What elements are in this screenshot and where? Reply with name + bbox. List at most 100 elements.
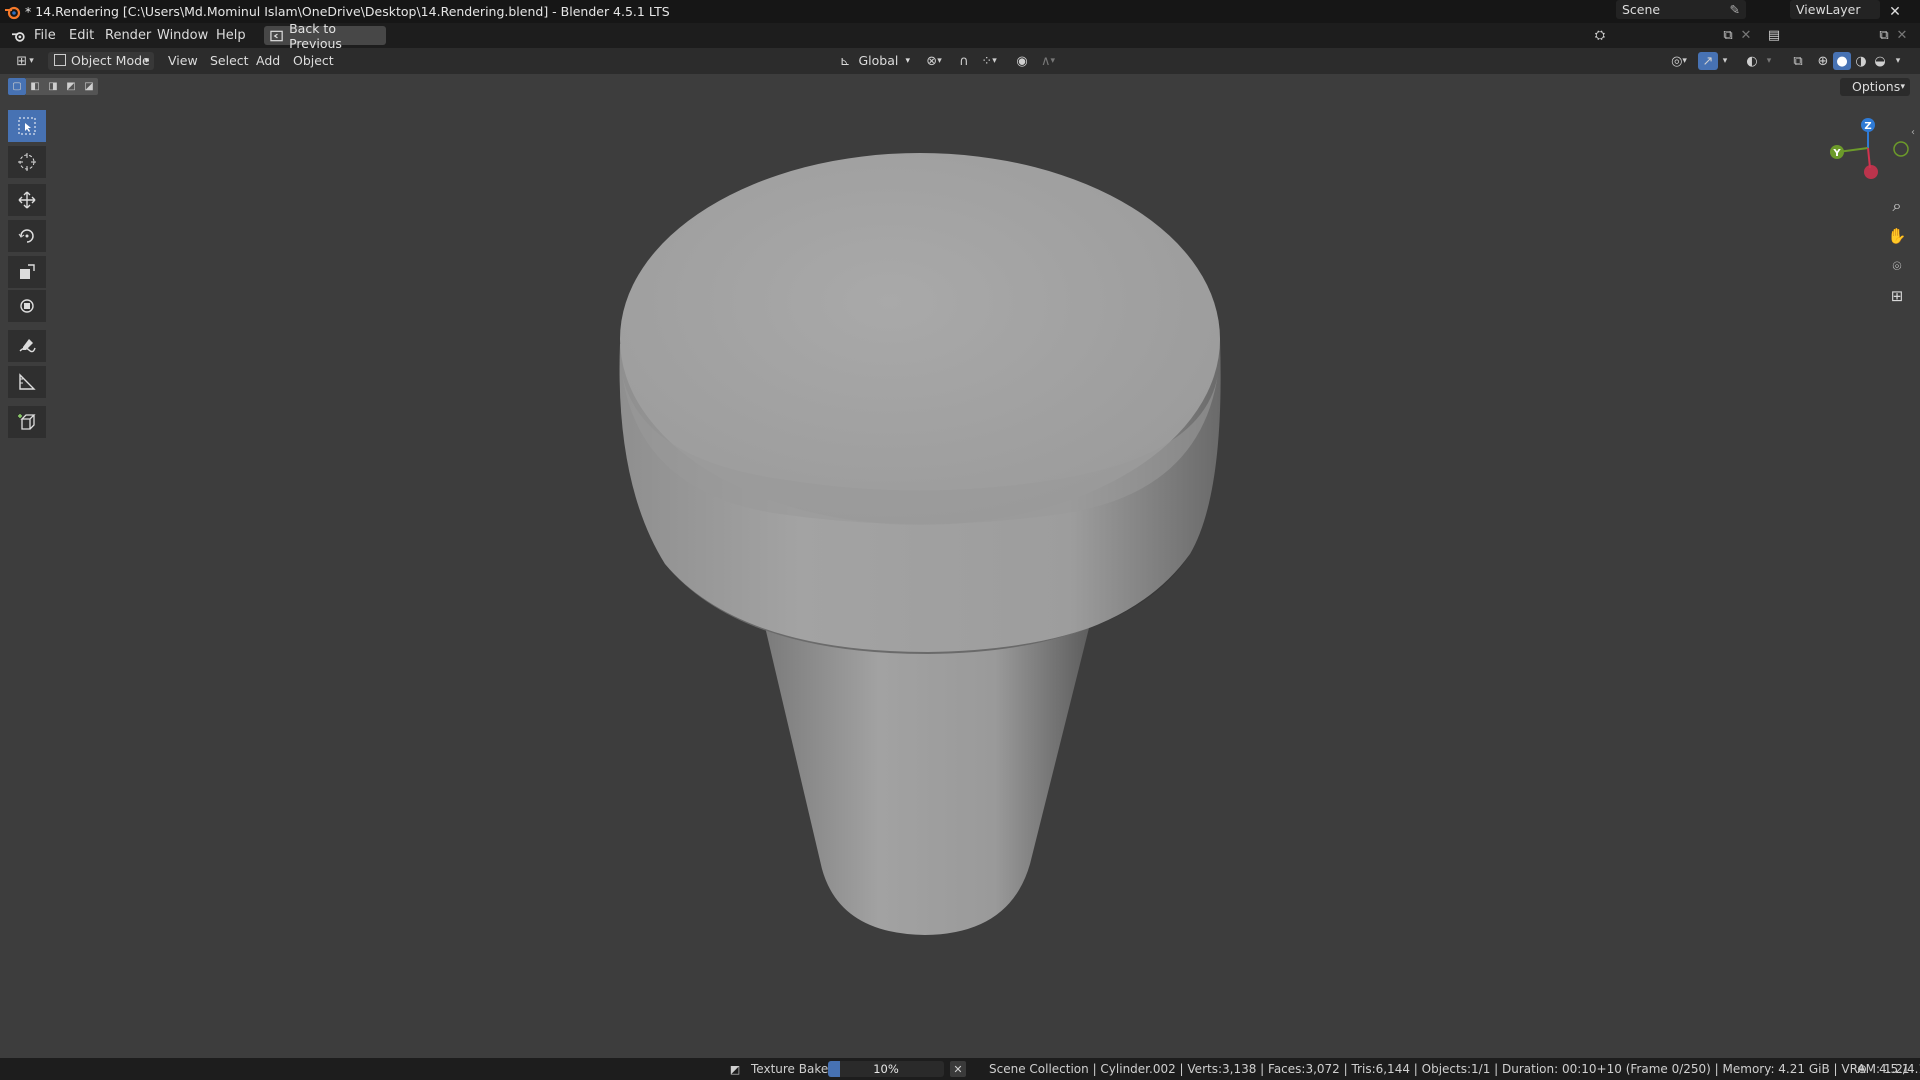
back-to-previous-label: Back to Previous	[289, 20, 342, 51]
menu-render[interactable]: Render	[105, 23, 151, 48]
pivot-point-dropdown[interactable]: ⊗ ▾	[920, 52, 948, 70]
scene-browse-button[interactable]: ⛭	[1586, 26, 1614, 45]
mode-dropdown[interactable]: Object Mode ▾	[48, 52, 154, 70]
camera-icon: ⌾	[1892, 257, 1902, 275]
cylinder-object[interactable]	[619, 153, 1221, 935]
zoom-icon: ⌕	[1892, 196, 1902, 215]
screen-back-icon	[270, 30, 283, 41]
viewport-menu-object[interactable]: Object	[293, 48, 334, 74]
viewport-menu-add[interactable]: Add	[256, 48, 280, 74]
delete-scene-button[interactable]: ✕	[1738, 26, 1754, 45]
overlays-dropdown[interactable]: ▾	[1762, 52, 1776, 70]
tool-annotate[interactable]	[8, 330, 46, 362]
grid-perspective-icon: ⊞	[1890, 287, 1904, 305]
viewport-menu-select[interactable]: Select	[210, 48, 249, 74]
tool-rotate[interactable]	[8, 220, 46, 252]
orientation-label: Global	[858, 53, 899, 68]
scene-name-field[interactable]: Scene ✎	[1616, 0, 1746, 19]
new-scene-button[interactable]: ⧉	[1718, 26, 1738, 45]
sidebar-toggle[interactable]: ‹	[1908, 126, 1918, 138]
snap-target-dropdown[interactable]: ⁘ ▾	[974, 52, 1004, 70]
annotate-icon	[19, 339, 36, 353]
tool-transform[interactable]	[8, 290, 46, 322]
menu-file[interactable]: File	[34, 23, 56, 48]
object-visibility-dropdown[interactable]: ◎ ▾	[1664, 52, 1694, 70]
scene-icon: ⛭	[1594, 28, 1606, 43]
zoom-view-button[interactable]: ⌕	[1883, 192, 1911, 220]
rendered-sphere-icon: ◒	[1874, 53, 1886, 69]
3d-viewport-icon: ⊞	[16, 53, 28, 69]
select-mode-subtract-button[interactable]: ◨	[44, 78, 62, 95]
delete-viewlayer-button[interactable]: ✕	[1894, 26, 1910, 45]
select-mode-intersect-button[interactable]: ◪	[80, 78, 98, 95]
chevron-down-icon: ▾	[1895, 56, 1901, 66]
transform-orientation-dropdown[interactable]: ⊾ Global ▾	[836, 52, 914, 70]
gizmo-icon: ↗	[1702, 53, 1714, 69]
eye-icon: ◎	[1671, 53, 1683, 69]
scale-icon	[20, 264, 35, 279]
magnet-icon: ∩	[959, 53, 969, 69]
menu-window[interactable]: Window	[157, 23, 208, 48]
xray-toggle[interactable]: ⧉	[1788, 52, 1808, 70]
chevron-down-icon: ▾	[29, 56, 34, 66]
blender-logo-icon	[5, 6, 21, 19]
select-mode-extend-button[interactable]: ◧	[26, 78, 44, 95]
duplicate-icon: ⧉	[1879, 28, 1889, 43]
pan-view-button[interactable]: ✋	[1883, 222, 1911, 250]
shading-solid-button[interactable]: ●	[1833, 52, 1851, 70]
close-icon: ✕	[1889, 3, 1901, 20]
new-viewlayer-button[interactable]: ⧉	[1874, 26, 1894, 45]
back-to-previous-button[interactable]: Back to Previous	[264, 21, 386, 51]
tool-add-cube[interactable]	[8, 406, 46, 438]
viewlayer-icon: ▤	[1767, 28, 1781, 43]
add-cube-icon	[18, 414, 36, 430]
job-progress-bar: 10%	[828, 1061, 944, 1077]
chevron-down-icon: ▾	[144, 56, 149, 66]
solid-sphere-icon: ●	[1836, 53, 1848, 69]
tool-scale[interactable]	[8, 256, 46, 288]
mode-label: Object Mode	[71, 53, 150, 68]
tool-cursor[interactable]	[8, 146, 46, 178]
chevron-down-icon: ▾	[937, 56, 942, 66]
window-title: * 14.Rendering [C:\Users\Md.Mominul Isla…	[25, 4, 670, 19]
cancel-job-button[interactable]: ✕	[950, 1061, 966, 1077]
options-dropdown[interactable]: Options ▾	[1840, 78, 1910, 96]
shading-wireframe-button[interactable]: ⊕	[1814, 52, 1832, 70]
select-mode-new-button[interactable]: ▢	[8, 78, 26, 95]
camera-view-button[interactable]: ⌾	[1883, 252, 1911, 280]
tool-measure[interactable]	[8, 366, 46, 398]
gizmo-z-label: Z	[1864, 121, 1871, 132]
gizmo-toggle[interactable]: ↗	[1698, 52, 1718, 70]
shading-rendered-button[interactable]: ◒	[1871, 52, 1889, 70]
navigation-gizmo[interactable]: Z Y	[1810, 112, 1920, 192]
select-extend-icon: ◧	[30, 81, 40, 92]
gizmo-negative-y-axis[interactable]	[1893, 141, 1909, 157]
close-icon: ✕	[1896, 28, 1908, 43]
gizmo-dropdown[interactable]: ▾	[1718, 52, 1732, 70]
select-mode-invert-button[interactable]: ◩	[62, 78, 80, 95]
scene-name-text: Scene	[1622, 2, 1661, 17]
menu-edit[interactable]: Edit	[69, 23, 94, 48]
editor-type-button[interactable]: ⊞ ▾	[10, 52, 40, 70]
overlays-toggle[interactable]: ◐	[1742, 52, 1762, 70]
snap-toggle[interactable]: ∩	[954, 52, 974, 70]
chevron-down-icon: ▾	[1766, 56, 1772, 66]
viewport-scene	[619, 153, 1221, 935]
tool-select-box[interactable]	[8, 110, 46, 142]
3d-viewport[interactable]	[0, 74, 1920, 1060]
perspective-toggle-button[interactable]: ⊞	[1883, 282, 1911, 310]
falloff-dropdown[interactable]: ∧ ▾	[1034, 52, 1062, 70]
job-progress-text: 10%	[873, 1062, 899, 1076]
shading-material-button[interactable]: ◑	[1852, 52, 1870, 70]
viewlayer-browse-button[interactable]: ▤	[1760, 26, 1788, 45]
viewlayer-name-field[interactable]: ViewLayer	[1790, 0, 1880, 19]
tool-move[interactable]	[8, 184, 46, 216]
shading-dropdown[interactable]: ▾	[1891, 52, 1905, 70]
viewport-menu-view[interactable]: View	[168, 48, 198, 74]
menu-help[interactable]: Help	[216, 23, 246, 48]
proportional-editing-toggle[interactable]: ◉	[1012, 52, 1032, 70]
blender-menu-button[interactable]	[8, 26, 30, 45]
gizmo-x-axis[interactable]	[1864, 165, 1878, 179]
move-icon	[18, 191, 36, 209]
pin-icon[interactable]: ✎	[1730, 0, 1740, 19]
